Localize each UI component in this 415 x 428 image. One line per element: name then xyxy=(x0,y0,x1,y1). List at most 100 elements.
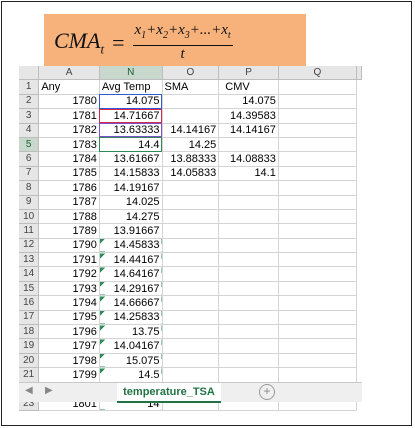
cell-a1796[interactable]: 1796 xyxy=(38,324,100,340)
cell-a1783[interactable]: 1783 xyxy=(38,137,100,153)
cell-q[interactable] xyxy=(278,151,358,167)
row-header[interactable]: 15 xyxy=(19,281,40,297)
row-header[interactable]: 14 xyxy=(19,266,40,282)
cell-q[interactable] xyxy=(278,310,358,326)
cell-o[interactable] xyxy=(162,281,220,297)
cell-q[interactable] xyxy=(278,94,358,110)
cell-n14.66667[interactable]: 14.66667 xyxy=(99,295,163,311)
row-header[interactable]: 4 xyxy=(19,123,40,138)
select-all-corner[interactable] xyxy=(19,66,40,81)
cell-o[interactable] xyxy=(162,238,220,254)
row-header[interactable]: 3 xyxy=(19,108,40,124)
row-header[interactable]: 10 xyxy=(19,209,40,225)
cell-a1790[interactable]: 1790 xyxy=(38,238,100,254)
cell-q[interactable] xyxy=(278,209,358,225)
cell-p[interactable] xyxy=(218,252,279,268)
cell-q[interactable] xyxy=(278,252,358,268)
cell-n14.025[interactable]: 14.025 xyxy=(99,195,163,210)
row-header[interactable]: 12 xyxy=(19,238,40,254)
row-header[interactable]: 1 xyxy=(19,79,40,95)
cell-q[interactable] xyxy=(278,324,358,340)
cell-a1792[interactable]: 1792 xyxy=(38,266,100,282)
cell-o[interactable] xyxy=(162,338,220,354)
cell-p[interactable] xyxy=(218,338,279,354)
cell-n14.44167[interactable]: 14.44167 xyxy=(99,252,163,268)
cell-q[interactable] xyxy=(278,367,358,383)
column-header-n[interactable]: N xyxy=(99,66,163,81)
next-sheet-icon[interactable]: ▶ xyxy=(45,385,53,396)
cell-n14.4[interactable]: 14.4 xyxy=(99,137,163,153)
cell-p[interactable] xyxy=(218,367,279,383)
cell-q[interactable] xyxy=(278,166,358,182)
row-header[interactable]: 6 xyxy=(19,151,40,167)
row-header[interactable]: 16 xyxy=(19,295,40,311)
column-header-q[interactable]: Q xyxy=(278,66,358,81)
tab-temperature-tsa[interactable]: temperature_TSA xyxy=(117,383,221,403)
cell-a1782[interactable]: 1782 xyxy=(38,123,100,138)
row-header[interactable]: 13 xyxy=(19,252,40,268)
cell-a1793[interactable]: 1793 xyxy=(38,281,100,297)
cell-a1789[interactable]: 1789 xyxy=(38,223,100,239)
cell-p14.075[interactable]: 14.075 xyxy=(218,94,279,110)
cell-a1787[interactable]: 1787 xyxy=(38,195,100,210)
cell-q[interactable] xyxy=(278,137,358,153)
cell-p[interactable] xyxy=(218,353,279,369)
cell-o[interactable] xyxy=(162,324,220,340)
cell-o[interactable] xyxy=(162,223,220,239)
cell-nAvg Temp[interactable]: Avg Temp xyxy=(99,79,163,95)
cell-o[interactable] xyxy=(162,94,220,110)
cell-n13.91667[interactable]: 13.91667 xyxy=(99,223,163,239)
cell-a1781[interactable]: 1781 xyxy=(38,108,100,124)
cell-q[interactable] xyxy=(278,195,358,210)
row-header[interactable]: 17 xyxy=(19,310,40,326)
cell-q[interactable] xyxy=(278,238,358,254)
cell-n14.29167[interactable]: 14.29167 xyxy=(99,281,163,297)
row-header[interactable]: 5 xyxy=(19,137,40,153)
cell-p[interactable] xyxy=(218,266,279,282)
cell-n14.15833[interactable]: 14.15833 xyxy=(99,166,163,182)
cell-q[interactable] xyxy=(278,338,358,354)
cell-n14.19167[interactable]: 14.19167 xyxy=(99,180,163,196)
cell-o14.05833[interactable]: 14.05833 xyxy=(162,166,220,182)
prev-sheet-icon[interactable]: ◀ xyxy=(25,385,33,396)
column-header-o[interactable]: O xyxy=(162,66,220,81)
cell-a1794[interactable]: 1794 xyxy=(38,295,100,311)
cell-n14.64167[interactable]: 14.64167 xyxy=(99,266,163,282)
cell-n14.5[interactable]: 14.5 xyxy=(99,367,163,383)
cell-a1780[interactable]: 1780 xyxy=(38,94,100,110)
cell-n14.075[interactable]: 14.075 xyxy=(99,94,163,110)
cell-p[interactable] xyxy=(218,310,279,326)
cell-q[interactable] xyxy=(278,266,358,282)
cell-q[interactable] xyxy=(278,223,358,239)
cell-o[interactable] xyxy=(162,180,220,196)
cell-o[interactable] xyxy=(162,295,220,311)
cell-o[interactable] xyxy=(162,367,220,383)
cell-q[interactable] xyxy=(278,108,358,124)
cell-q[interactable] xyxy=(278,180,358,196)
column-header-p[interactable]: P xyxy=(218,66,279,81)
cell-q[interactable] xyxy=(278,281,358,297)
row-header[interactable]: 9 xyxy=(19,195,40,210)
cell-q[interactable] xyxy=(278,353,358,369)
cell-o[interactable] xyxy=(162,310,220,326)
cell-q[interactable] xyxy=(278,123,358,138)
cell-n13.75[interactable]: 13.75 xyxy=(99,324,163,340)
cell-p[interactable] xyxy=(218,238,279,254)
cell-p[interactable] xyxy=(218,223,279,239)
row-header[interactable]: 21 xyxy=(19,367,40,383)
cell-n15.075[interactable]: 15.075 xyxy=(99,353,163,369)
cell-n14.04167[interactable]: 14.04167 xyxy=(99,338,163,354)
cell-p[interactable] xyxy=(218,209,279,225)
row-header[interactable]: 8 xyxy=(19,180,40,196)
cell-o14.14167[interactable]: 14.14167 xyxy=(162,123,220,138)
cell-o[interactable] xyxy=(162,252,220,268)
cell-o14.25[interactable]: 14.25 xyxy=(162,137,220,153)
cell-a1799[interactable]: 1799 xyxy=(38,367,100,383)
cell-q[interactable] xyxy=(278,79,358,95)
cell-o[interactable] xyxy=(162,353,220,369)
cell-p14.14167[interactable]: 14.14167 xyxy=(218,123,279,138)
cell-p14.1[interactable]: 14.1 xyxy=(218,166,279,182)
cell-p[interactable] xyxy=(218,324,279,340)
cell-p[interactable] xyxy=(218,281,279,297)
cell-p[interactable] xyxy=(218,180,279,196)
